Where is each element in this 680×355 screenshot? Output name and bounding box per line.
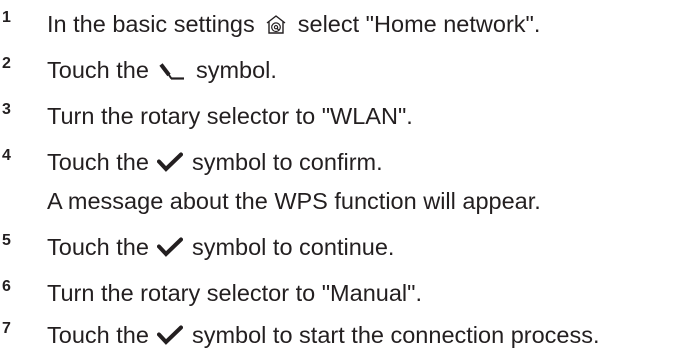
step-text-after: symbol to start the connection process. xyxy=(191,322,600,348)
step-text-after: symbol. xyxy=(195,57,277,83)
step-text: Touch the symbol to start the connection… xyxy=(47,316,600,355)
edit-pencil-icon xyxy=(158,61,186,81)
checkmark-icon xyxy=(157,237,184,257)
checkmark-icon xyxy=(157,325,184,345)
instruction-steps: 1 In the basic settings select "Home net… xyxy=(0,0,680,348)
step-text-line: Turn the rotary selector to "WLAN". xyxy=(47,103,413,129)
home-settings-icon xyxy=(264,13,288,35)
step-text: In the basic settings select "Home netwo… xyxy=(47,5,540,44)
step-text-before: Touch the xyxy=(47,57,149,83)
step-number: 3 xyxy=(2,101,11,118)
step-number: 1 xyxy=(2,9,11,26)
step-text-line: Turn the rotary selector to "Manual". xyxy=(47,280,423,306)
step-text: Turn the rotary selector to "Manual". xyxy=(47,274,422,313)
step-number: 6 xyxy=(2,278,11,295)
step-number: 5 xyxy=(2,232,11,249)
step-number: 7 xyxy=(2,320,11,337)
step-text-before: In the basic settings xyxy=(47,11,255,37)
step-text: Touch the symbol. xyxy=(47,51,277,90)
step-text: Touch the symbol to continue. xyxy=(47,228,394,267)
step-text-after: symbol to continue. xyxy=(191,234,395,260)
step-text-before: Touch the xyxy=(47,234,149,260)
step-text-before: Touch the xyxy=(47,149,149,175)
step-text: Turn the rotary selector to "WLAN". xyxy=(47,97,413,136)
checkmark-icon xyxy=(157,152,184,172)
step-text-line-2: A message about the WPS function will ap… xyxy=(47,188,541,214)
step-text-before: Touch the xyxy=(47,322,149,348)
step-number: 2 xyxy=(2,55,11,72)
step-text-after: symbol to confirm. xyxy=(191,149,383,175)
step-text-after: select "Home network". xyxy=(297,11,541,37)
step-text: Touch the symbol to confirm. A message a… xyxy=(47,143,541,221)
step-number: 4 xyxy=(2,147,11,164)
